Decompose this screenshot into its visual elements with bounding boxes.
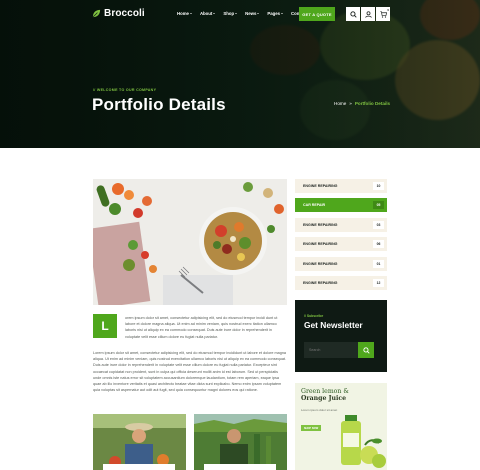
drop-cap: L	[93, 314, 117, 338]
leaf-icon	[92, 9, 101, 18]
cart-icon	[379, 10, 387, 18]
nav-item-about[interactable]: About	[199, 11, 216, 16]
service-count: 05	[373, 201, 384, 209]
service-item-engine-repairing[interactable]: ENGINE REPAIRING 01	[295, 257, 387, 271]
service-item-engine-repairing[interactable]: ENGINE REPAIRING 03	[295, 218, 387, 232]
page-hero: Broccoli Home About Shop News Pages Cont…	[0, 0, 480, 148]
newsletter-widget: // Subscribe Get Newsletter	[295, 300, 387, 372]
gardener-photo	[194, 414, 287, 470]
nav-menu: Home About Shop News Pages Contact	[177, 11, 307, 16]
main-navigation: Broccoli Home About Shop News Pages Cont…	[0, 0, 480, 28]
nav-item-news[interactable]: News	[245, 11, 260, 16]
salad-bowl-image	[93, 179, 287, 305]
nav-item-home[interactable]: Home	[177, 11, 192, 16]
newsletter-title: Get Newsletter	[304, 320, 363, 330]
image-caption-card	[103, 464, 175, 470]
service-item-engine-repairing[interactable]: ENGINE REPAIRING 10	[295, 179, 387, 193]
service-count: 12	[373, 279, 384, 287]
promo-title-line-1: Green lemon &	[301, 388, 349, 395]
service-count: 10	[373, 182, 384, 190]
cart-count: 0	[387, 8, 389, 12]
service-count: 03	[373, 221, 384, 229]
farmer-image	[93, 414, 186, 470]
promo-title-line-2: Orange Juice	[301, 395, 347, 403]
service-label: CAR REPAIR	[303, 203, 326, 207]
chevron-down-icon	[213, 13, 216, 14]
service-label: ENGINE REPAIRING	[303, 262, 338, 266]
nav-label: Shop	[223, 11, 235, 16]
nav-item-pages[interactable]: Pages	[267, 11, 284, 16]
account-button[interactable]	[361, 7, 375, 21]
nav-label: Home	[177, 11, 189, 16]
portfolio-main-image	[93, 179, 287, 305]
newsletter-subtitle: // Subscribe	[304, 314, 324, 318]
nav-label: News	[245, 11, 257, 16]
nav-label: Pages	[267, 11, 281, 16]
shop-now-button[interactable]: SHOP NOW	[301, 425, 321, 431]
newsletter-submit-button[interactable]	[358, 342, 374, 358]
chevron-down-icon	[235, 13, 238, 14]
breadcrumb-home-link[interactable]: Home	[334, 101, 346, 106]
service-label: ENGINE REPAIRING	[303, 281, 338, 285]
search-button[interactable]	[346, 7, 360, 21]
service-item-car-repair[interactable]: CAR REPAIR 05	[295, 198, 387, 212]
service-item-engine-repairing[interactable]: ENGINE REPAIRING 12	[295, 276, 387, 290]
chevron-down-icon	[257, 13, 260, 14]
user-icon	[364, 10, 372, 18]
breadcrumb-current: Portfolio Details	[354, 101, 391, 106]
lead-paragraph: orem ipsum dolor sit amet, consectetur a…	[125, 316, 278, 339]
farmer-photo	[93, 414, 186, 470]
juice-promo-banner[interactable]: Green lemon & Orange Juice Lorem ipsum d…	[295, 383, 387, 470]
service-count: 06	[373, 240, 384, 248]
gardener-image	[194, 414, 287, 470]
search-icon	[349, 10, 357, 18]
brand-logo[interactable]: Broccoli	[92, 8, 145, 19]
brand-name: Broccoli	[104, 8, 145, 19]
lead-paragraph-block: L orem ipsum dolor sit amet, consectetur…	[93, 314, 287, 344]
breadcrumb: Home » Portfolio Details	[334, 101, 390, 106]
hero-welcome: // WELCOME TO OUR COMPANY	[93, 88, 157, 92]
chevron-down-icon	[281, 13, 284, 14]
service-count: 01	[373, 260, 384, 268]
body-paragraph: Lorem ipsum dolor sit amet, consectetur …	[93, 351, 287, 393]
breadcrumb-separator: »	[349, 101, 352, 106]
juice-bottle-image	[341, 415, 386, 468]
cart-button[interactable]: 0	[376, 7, 390, 21]
image-caption-card	[204, 464, 276, 470]
service-label: ENGINE REPAIRING	[303, 242, 338, 246]
promo-title: Green lemon & Orange Juice	[301, 388, 353, 402]
promo-subtitle: Lorem ipsum dolor sit amet	[301, 408, 338, 412]
search-icon	[362, 346, 370, 354]
service-label: ENGINE REPAIRING	[303, 223, 338, 227]
get-a-quote-button[interactable]: GET A QUOTE	[299, 7, 335, 21]
service-item-engine-repairing[interactable]: ENGINE REPAIRING 06	[295, 237, 387, 251]
nav-item-shop[interactable]: Shop	[223, 11, 238, 16]
chevron-down-icon	[189, 13, 192, 14]
nav-label: About	[199, 11, 213, 16]
service-label: ENGINE REPAIRING	[303, 184, 338, 188]
page-title: Portfolio Details	[92, 95, 226, 114]
newsletter-email-input[interactable]	[304, 342, 358, 358]
